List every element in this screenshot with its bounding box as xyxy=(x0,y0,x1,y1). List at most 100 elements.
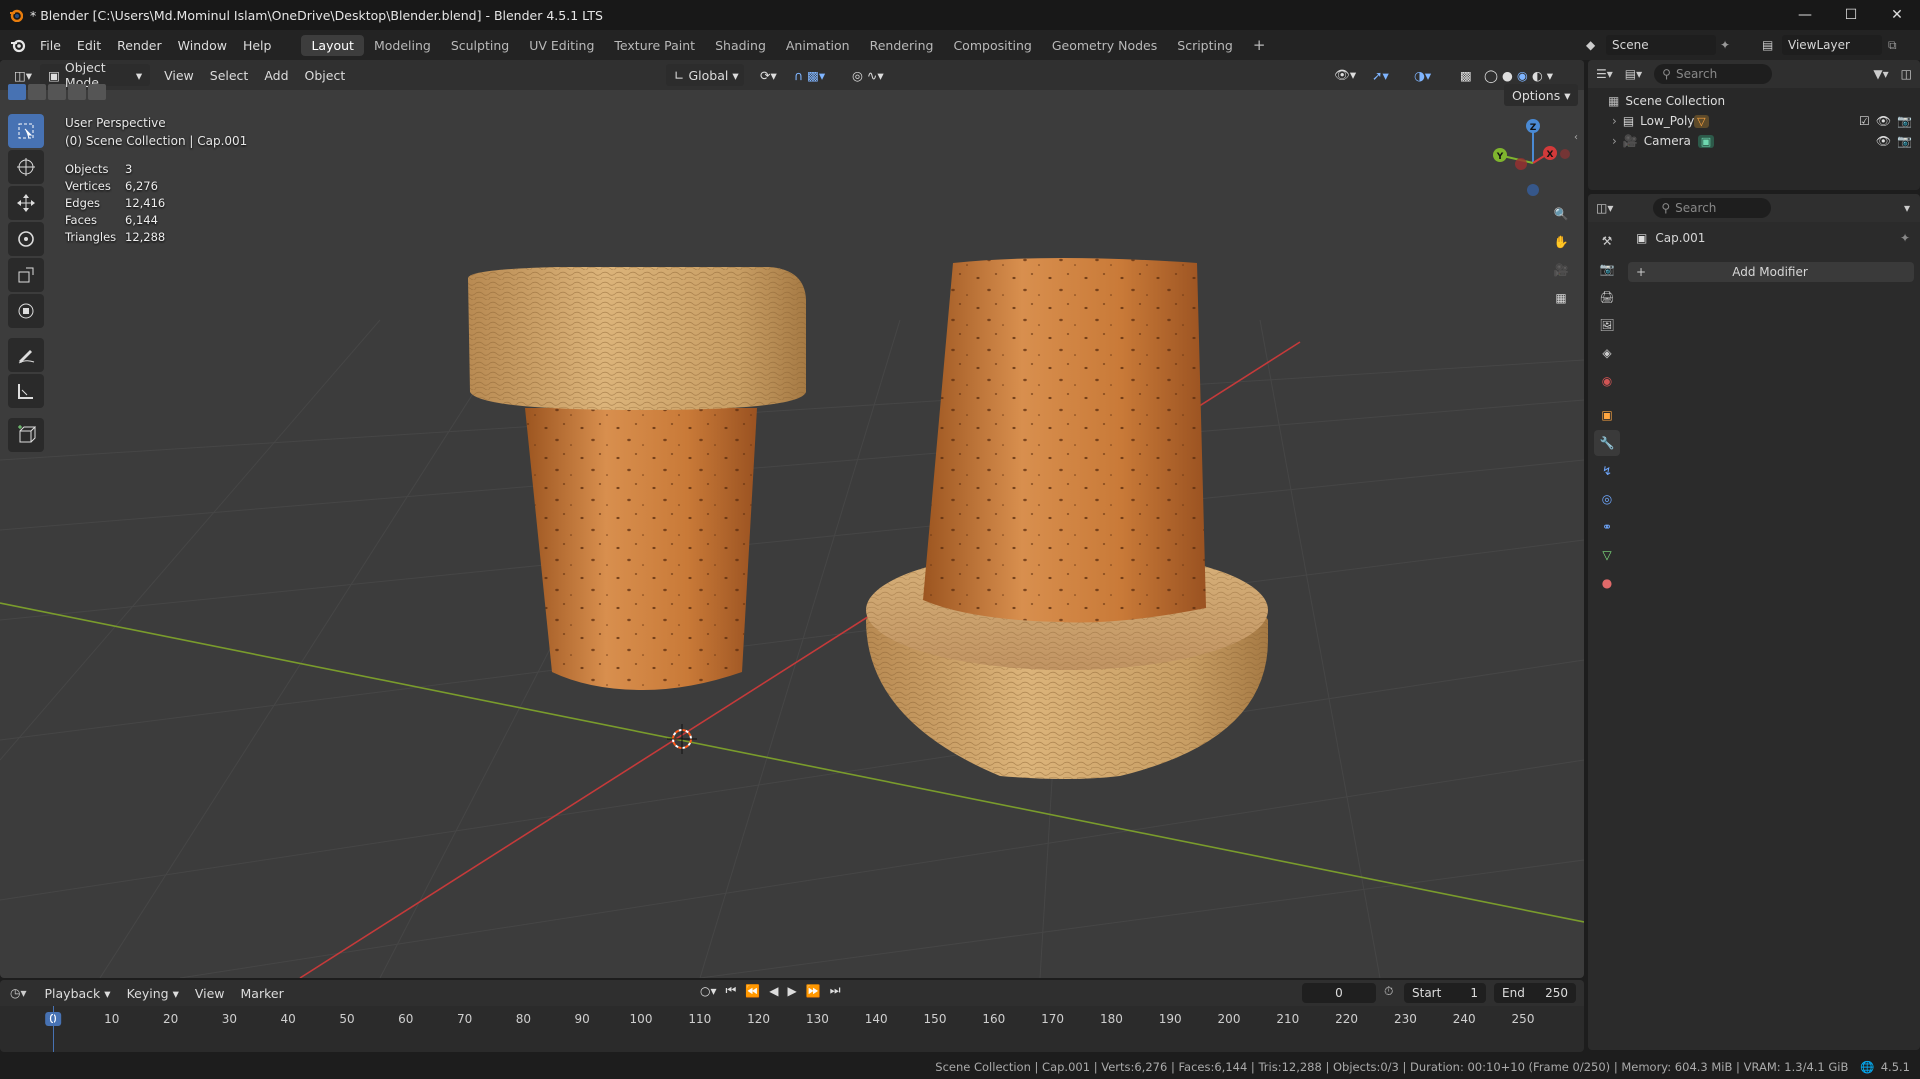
rotate-tool-icon[interactable] xyxy=(8,222,44,256)
render-camera-icon[interactable]: 📷 xyxy=(1897,114,1912,128)
playback-menu[interactable]: Playback ▾ xyxy=(37,982,119,1004)
tree-root[interactable]: ▦ Scene Collection xyxy=(1588,91,1920,111)
particles-tab-icon[interactable]: ↯ xyxy=(1594,458,1620,484)
eye-icon[interactable]: 👁 xyxy=(1876,134,1891,148)
tab-compositing[interactable]: Compositing xyxy=(943,35,1041,56)
3d-viewport[interactable]: Z Y X ◫▾ ▣ Object Mode ▾ View Select Add… xyxy=(0,60,1584,978)
play-icon[interactable]: ▶ xyxy=(788,984,797,998)
properties-search-input[interactable]: ⚲ Search xyxy=(1653,198,1772,218)
proportional-editing-icon[interactable]: ◎ ∿▾ xyxy=(844,64,892,86)
shading-mode-group[interactable]: ◯ ● ◉ ◐ ▾ xyxy=(1476,64,1561,86)
tab-scripting[interactable]: Scripting xyxy=(1167,35,1243,56)
select-extend-icon[interactable] xyxy=(28,84,46,100)
tab-uv-editing[interactable]: UV Editing xyxy=(519,35,604,56)
tab-geometry-nodes[interactable]: Geometry Nodes xyxy=(1042,35,1167,56)
select-invert-icon[interactable] xyxy=(68,84,86,100)
add-menu[interactable]: Add xyxy=(256,64,296,86)
outliner-search-input[interactable]: ⚲ Search xyxy=(1654,64,1773,84)
menu-window[interactable]: Window xyxy=(170,38,235,53)
object-tab-icon[interactable]: ▣ xyxy=(1594,402,1620,428)
tool-tab-icon[interactable]: ⚒ xyxy=(1594,228,1620,254)
select-subtract-icon[interactable] xyxy=(48,84,66,100)
tree-item-camera[interactable]: › 🎥 Camera ▣ 👁 📷 xyxy=(1588,131,1920,151)
mesh-data-icon[interactable]: ▽ xyxy=(1694,114,1709,128)
maximize-icon[interactable]: ☐ xyxy=(1828,0,1874,30)
minimize-icon[interactable]: — xyxy=(1782,0,1828,30)
select-menu[interactable]: Select xyxy=(202,64,257,86)
tab-modeling[interactable]: Modeling xyxy=(364,35,441,56)
timeline-view-menu[interactable]: View xyxy=(187,982,233,1004)
chevron-down-icon[interactable]: ▾ xyxy=(1904,201,1910,215)
stopwatch-icon[interactable]: ⏱ xyxy=(1384,984,1393,999)
overlays-icon[interactable]: ◑▾ xyxy=(1406,64,1439,86)
select-intersect-icon[interactable] xyxy=(88,84,106,100)
transform-tool-icon[interactable] xyxy=(8,294,44,328)
pivot-point-icon[interactable]: ⟳▾ xyxy=(752,64,785,86)
marker-menu[interactable]: Marker xyxy=(233,982,292,1004)
chevron-down-icon[interactable]: ▾ xyxy=(1547,68,1553,83)
view-menu[interactable]: View xyxy=(156,64,202,86)
network-globe-icon[interactable]: 🌐 xyxy=(1860,1060,1874,1074)
gizmo-toggle-icon[interactable]: ➚▾ xyxy=(1364,64,1397,86)
pan-hand-icon[interactable]: ✋ xyxy=(1547,228,1575,256)
zoom-icon[interactable]: 🔍 xyxy=(1547,200,1575,228)
add-modifier-button[interactable]: + Add Modifier xyxy=(1628,262,1914,282)
display-mode-icon[interactable]: ▤▾ xyxy=(1625,67,1642,81)
properties-editor-icon[interactable]: ◫▾ xyxy=(1596,201,1613,215)
pin-icon[interactable]: ✦ xyxy=(1900,231,1910,245)
wireframe-shading-icon[interactable]: ◯ xyxy=(1484,68,1498,83)
object-mode-dropdown[interactable]: ▣ Object Mode ▾ xyxy=(40,60,151,90)
modifiers-wrench-icon[interactable]: 🔧 xyxy=(1594,430,1620,456)
viewlayer-selector[interactable]: ▤ ViewLayer ⧉ xyxy=(1762,34,1912,56)
keying-menu[interactable]: Keying ▾ xyxy=(119,982,187,1004)
material-tab-icon[interactable]: ● xyxy=(1594,570,1620,596)
exclude-checkbox-icon[interactable]: ☑ xyxy=(1859,114,1870,128)
jump-end-icon[interactable]: ⏭ xyxy=(830,983,841,998)
add-cube-tool-icon[interactable] xyxy=(8,418,44,452)
select-box-tool-icon[interactable] xyxy=(8,114,44,148)
new-collection-icon[interactable]: ◫ xyxy=(1901,67,1912,81)
close-icon[interactable]: ✕ xyxy=(1874,0,1920,30)
render-camera-icon[interactable]: 📷 xyxy=(1897,134,1912,148)
tab-texture-paint[interactable]: Texture Paint xyxy=(604,35,705,56)
visibility-icon[interactable]: 👁▾ xyxy=(1326,64,1364,86)
jump-start-icon[interactable]: ⏮ xyxy=(726,983,737,998)
tab-sculpting[interactable]: Sculpting xyxy=(441,35,519,56)
scale-tool-icon[interactable] xyxy=(8,258,44,292)
view-layer-tab-icon[interactable]: 🖼 xyxy=(1594,312,1620,338)
cursor-tool-icon[interactable] xyxy=(8,150,44,184)
tab-animation[interactable]: Animation xyxy=(776,35,860,56)
chevron-right-icon[interactable]: › xyxy=(1612,134,1617,148)
prev-keyframe-icon[interactable]: ⏪ xyxy=(745,984,760,998)
scene-tab-icon[interactable]: ◈ xyxy=(1594,340,1620,366)
menu-file[interactable]: File xyxy=(32,38,69,53)
transform-orientation-dropdown[interactable]: ∟ Global ▾ xyxy=(666,64,744,86)
camera-view-icon[interactable]: 🎥 xyxy=(1547,256,1575,284)
timeline-editor-icon[interactable]: ◷▾ xyxy=(10,986,27,1000)
measure-tool-icon[interactable] xyxy=(8,374,44,408)
frame-ruler[interactable]: 0102030405060708090100110120130140150160… xyxy=(0,1010,1584,1030)
add-workspace-button[interactable]: + xyxy=(1243,33,1276,57)
options-dropdown[interactable]: Options ▾ xyxy=(1504,84,1578,106)
new-viewlayer-icon[interactable]: ⧉ xyxy=(1888,38,1897,53)
move-tool-icon[interactable] xyxy=(8,186,44,220)
select-new-icon[interactable] xyxy=(8,84,26,100)
rendered-shading-icon[interactable]: ◐ xyxy=(1532,68,1543,83)
world-tab-icon[interactable]: ◉ xyxy=(1594,368,1620,394)
record-icon[interactable]: ○▾ xyxy=(700,984,717,998)
scene-selector[interactable]: ◆ Scene ✦ xyxy=(1586,34,1746,56)
object-menu[interactable]: Object xyxy=(297,64,354,86)
camera-data-icon[interactable]: ▣ xyxy=(1697,134,1715,148)
menu-edit[interactable]: Edit xyxy=(69,38,109,53)
snap-icon[interactable]: ∩ ▩▾ xyxy=(786,64,833,86)
ortho-grid-icon[interactable]: ▦ xyxy=(1547,284,1575,312)
material-preview-icon[interactable]: ◉ xyxy=(1517,68,1528,83)
sidebar-toggle-icon[interactable]: ‹ xyxy=(1574,132,1578,143)
pin-icon[interactable]: ✦ xyxy=(1720,38,1730,52)
mesh-data-tab-icon[interactable]: ▽ xyxy=(1594,542,1620,568)
editor-type-icon[interactable]: ◫▾ xyxy=(6,64,40,86)
play-reverse-icon[interactable]: ◀ xyxy=(769,984,778,998)
eye-icon[interactable]: 👁 xyxy=(1876,114,1891,128)
constraints-tab-icon[interactable]: ⚭ xyxy=(1594,514,1620,540)
tree-item-low-poly[interactable]: › ▤ Low_Poly ▽ ☑ 👁 📷 xyxy=(1588,111,1920,131)
